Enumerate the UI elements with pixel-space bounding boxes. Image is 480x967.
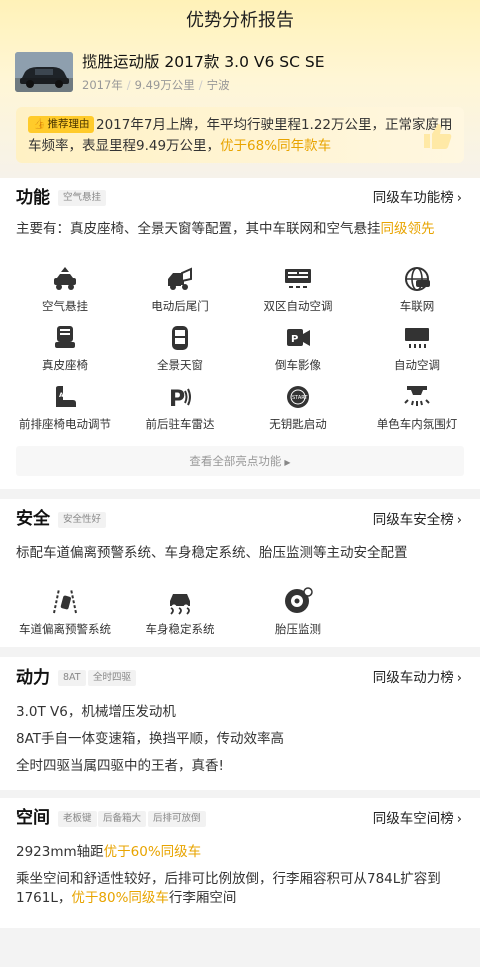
- power-line-gearbox: 8AT手自一体变速箱，换挡平顺，传动效率高: [16, 731, 285, 747]
- chevron-right-icon: ›: [456, 671, 462, 686]
- svg-text:AUTO: AUTO: [59, 392, 78, 399]
- feature-power-seat[interactable]: AUTO 前排座椅电动调节: [5, 384, 125, 432]
- reverse-camera-icon: P: [287, 329, 310, 346]
- function-tag: 空气悬挂: [58, 190, 107, 206]
- car-city: 宁波: [206, 78, 230, 92]
- power-rank-link[interactable]: 同级车动力榜 ›: [373, 668, 462, 689]
- space-tag-boss-key: 老板键: [58, 811, 97, 827]
- function-rank-link[interactable]: 同级车功能榜 ›: [373, 188, 462, 209]
- reason-highlight: 优于68%同年款车: [220, 138, 332, 154]
- lane-departure-icon: [53, 588, 77, 614]
- triangle-right-icon: ▶: [284, 458, 291, 467]
- space-line-trunk: 1761L，优于80%同级车行李厢空间: [16, 890, 237, 906]
- connected-car-icon: [405, 267, 430, 291]
- feature-air-suspension[interactable]: 空气悬挂: [5, 266, 125, 314]
- ambient-light-icon: [404, 386, 430, 406]
- safety-rank-link[interactable]: 同级车安全榜 ›: [373, 510, 462, 531]
- space-title: 空间: [16, 808, 50, 828]
- feature-ambient-light[interactable]: 单色车内氛围灯: [357, 384, 477, 432]
- svg-text:P: P: [291, 334, 298, 345]
- space-tag-fold-seats: 后排可放倒: [148, 811, 206, 827]
- function-card: 功能 空气悬挂 同级车功能榜 › 主要有：真皮座椅、全景天窗等配置，其中车联网和空…: [0, 178, 480, 489]
- power-card: 动力 8AT 全时四驱 同级车动力榜 › 3.0T V6，机械增压发动机 8AT手…: [0, 657, 480, 790]
- stability-control-icon: [170, 594, 190, 615]
- car-meta: 2017年/9.49万公里 / 宁波: [82, 78, 230, 92]
- air-suspension-icon: [54, 267, 76, 290]
- space-line-wheelbase: 2923mm轴距优于60%同级车: [16, 844, 202, 860]
- feature-parking-radar[interactable]: P 前后驻车雷达: [120, 384, 240, 432]
- safety-tag: 安全性好: [58, 512, 107, 528]
- feature-reverse-camera[interactable]: P 倒车影像: [238, 325, 358, 373]
- feature-panoramic-sunroof[interactable]: 全景天窗: [120, 325, 240, 373]
- feature-lane-departure[interactable]: 车道偏离预警系统: [5, 587, 125, 637]
- thumbs-up-watermark-icon: [424, 124, 452, 149]
- safety-summary: 标配车道偏离预警系统、车身稳定系统、胎压监测等主动安全配置: [16, 545, 408, 561]
- space-tag-large-trunk: 后备箱大: [98, 811, 147, 827]
- feature-keyless-start[interactable]: START 无钥匙启动: [238, 384, 358, 432]
- safety-title: 安全: [16, 509, 50, 529]
- svg-text:P: P: [169, 387, 185, 410]
- feature-leather-seat[interactable]: 真皮座椅: [5, 325, 125, 373]
- power-title: 动力: [16, 668, 50, 688]
- feature-stability-control[interactable]: 车身稳定系统: [120, 587, 240, 637]
- safety-card: 安全 安全性好 同级车安全榜 › 标配车道偏离预警系统、车身稳定系统、胎压监测等主…: [0, 499, 480, 647]
- function-summary: 主要有：真皮座椅、全景天窗等配置，其中车联网和空气悬挂同级领先: [16, 221, 435, 237]
- chevron-right-icon: ›: [456, 812, 462, 827]
- svg-text:START: START: [292, 395, 308, 401]
- feature-dual-zone-ac[interactable]: 双区自动空调: [238, 266, 358, 314]
- feature-connected-car[interactable]: 车联网: [357, 266, 477, 314]
- car-year: 2017年: [82, 78, 123, 92]
- leather-seat-icon: [55, 326, 75, 348]
- car-thumbnail[interactable]: [15, 52, 73, 92]
- space-rank-link[interactable]: 同级车空间榜 ›: [373, 809, 462, 830]
- power-tag-transmission: 8AT: [58, 670, 86, 686]
- recommend-reason-box: 2017年7月上牌，年平均行驶里程1.22万公里，正常家庭用车频率，表显里程9.…: [16, 107, 464, 163]
- panoramic-sunroof-icon: [172, 326, 188, 350]
- chevron-right-icon: ›: [456, 191, 462, 206]
- feature-auto-ac[interactable]: 自动空调: [357, 325, 477, 373]
- view-all-features-button[interactable]: 查看全部亮点功能 ▶: [16, 446, 464, 476]
- car-mileage: 9.49万公里: [134, 78, 195, 92]
- recommend-tag: 👍 推荐理由: [28, 116, 95, 133]
- page-title: 优势分析报告: [186, 10, 294, 31]
- chevron-right-icon: ›: [456, 513, 462, 528]
- power-line-drivetrain: 全时四驱当属四驱中的王者，真香!: [16, 758, 224, 774]
- power-line-engine: 3.0T V6，机械增压发动机: [16, 704, 176, 720]
- feature-power-tailgate[interactable]: 电动后尾门: [120, 266, 240, 314]
- dual-zone-ac-icon: [285, 269, 311, 288]
- auto-ac-icon: [405, 328, 429, 348]
- parking-radar-icon: P: [169, 387, 191, 410]
- feature-tire-pressure[interactable]: 胎压监测: [238, 587, 358, 637]
- power-tag-awd: 全时四驱: [88, 670, 137, 686]
- thumbs-up-icon: 👍: [33, 119, 46, 130]
- power-seat-icon: AUTO: [56, 386, 78, 407]
- car-name: 揽胜运动版 2017款 3.0 V6 SC SE: [82, 53, 325, 71]
- keyless-start-icon: START: [287, 386, 309, 408]
- power-tailgate-icon: [168, 267, 192, 290]
- tire-pressure-icon: [285, 587, 313, 613]
- function-title: 功能: [16, 188, 50, 208]
- space-card: 空间 老板键 后备箱大 后排可放倒 同级车空间榜 › 2923mm轴距优于60%同…: [0, 798, 480, 928]
